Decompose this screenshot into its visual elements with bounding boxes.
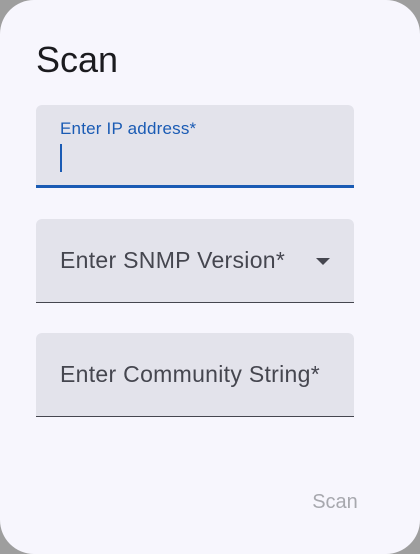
scan-dialog: Scan Enter IP address* Enter SNMP Versio… (0, 0, 420, 554)
scan-button[interactable]: Scan (298, 484, 372, 520)
ip-address-input[interactable] (60, 143, 330, 173)
ip-address-label: Enter IP address* (60, 119, 197, 138)
snmp-version-label: Enter SNMP Version* (60, 247, 286, 273)
dialog-title: Scan (36, 39, 119, 80)
arrow-drop-down-icon[interactable] (316, 258, 330, 265)
snmp-version-select[interactable]: Enter SNMP Version* (36, 219, 354, 303)
community-string-label: Enter Community String* (60, 361, 320, 387)
ip-address-field[interactable]: Enter IP address* (36, 105, 354, 188)
community-string-field[interactable]: Enter Community String* (36, 333, 354, 417)
